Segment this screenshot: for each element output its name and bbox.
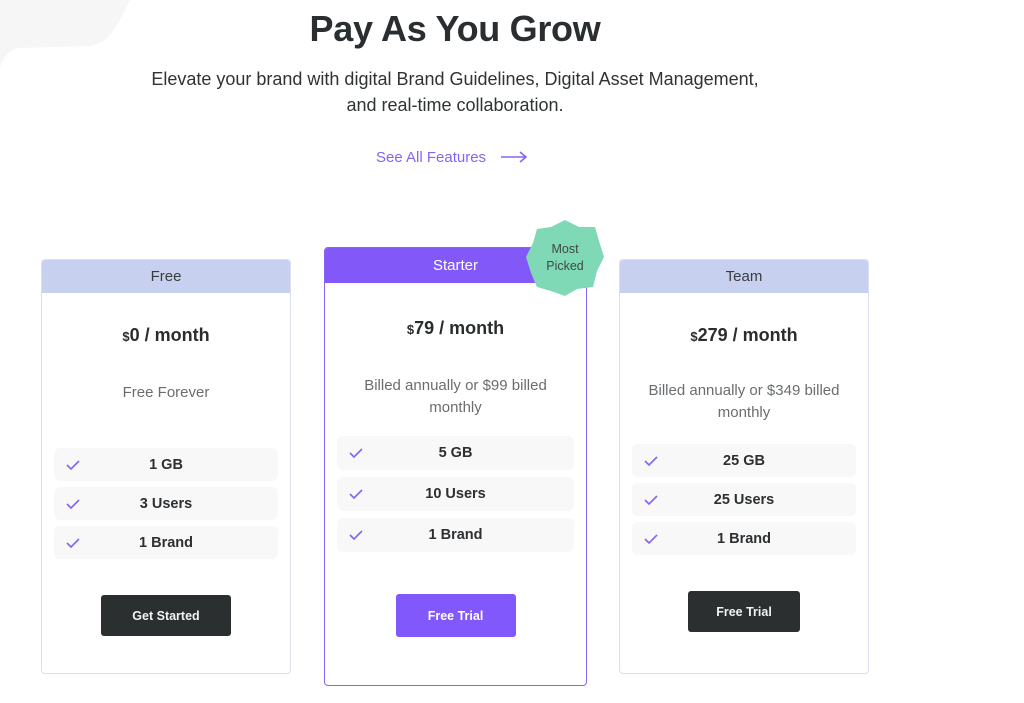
page-title: Pay As You Grow [309,8,601,49]
feature-list: 1 GB 3 Users 1 Brand [54,448,278,559]
feature-item: 1 Brand [54,526,278,559]
team-free-trial-button[interactable]: Free Trial [688,591,800,632]
feature-item: 10 Users [337,477,574,511]
plan-card-team: Team $279 / month Billed annually or $34… [619,259,869,674]
check-icon [66,537,80,548]
feature-item: 1 Brand [337,518,574,552]
feature-label: 25 Users [713,491,775,508]
billing-note: Free Forever [122,384,210,401]
check-icon [66,498,80,509]
badge-label: Most Picked [525,241,605,275]
plan-name: Free [42,260,290,293]
currency-symbol: $ [122,329,130,344]
feature-label: 10 Users [425,486,486,502]
plan-card-starter: Starter $79 / month Billed annually or $… [324,247,587,686]
price-amount: 79 [414,318,435,338]
currency-symbol: $ [406,322,415,337]
check-icon [644,533,658,544]
badge-line-1: Most [551,242,579,256]
billing-note: Billed annually or $99 billed monthly [364,377,547,416]
feature-item: 1 Brand [632,522,856,555]
get-started-button[interactable]: Get Started [101,595,231,636]
price-amount: 0 [129,325,140,345]
feature-label: 1 Brand [139,534,193,551]
feature-item: 3 Users [54,487,278,520]
feature-label: 1 GB [149,456,183,473]
plan-price: $79 / month [325,318,586,339]
feature-item: 25 Users [632,483,856,516]
feature-label: 25 GB [723,452,765,469]
see-all-features-label: See All Features [376,148,487,166]
feature-list: 25 GB 25 Users 1 Brand [632,444,856,555]
check-icon [349,489,363,499]
badge-line-2: Picked [546,259,584,273]
see-all-features-link[interactable]: See All Features [376,145,528,169]
check-icon [644,494,658,505]
page-subtitle: Elevate your brand with digital Brand Gu… [151,69,759,115]
starter-free-trial-button[interactable]: Free Trial [395,594,516,637]
feature-label: 5 GB [438,445,473,461]
check-icon [644,455,658,466]
plan-price: $279 / month [620,325,868,346]
pricing-page: Pay As You Grow Elevate your brand with … [0,0,1024,703]
billing-note: Billed annually or $349 billed monthly [648,382,840,421]
price-period: / month [727,325,798,345]
most-picked-badge: Most Picked [525,219,605,297]
feature-label: 1 Brand [428,527,483,543]
arrow-right-icon [501,151,528,163]
plan-name: Team [620,260,868,293]
feature-label: 3 Users [139,495,193,512]
price-period: / month [139,325,210,345]
feature-label: 1 Brand [717,530,771,547]
feature-list: 5 GB 10 Users 1 Brand [337,436,574,552]
check-icon [349,530,363,540]
check-icon [349,448,363,458]
currency-symbol: $ [690,329,698,344]
plan-card-free: Free $0 / month Free Forever 1 GB 3 User… [41,259,291,674]
price-amount: 279 [697,325,728,345]
feature-item: 25 GB [632,444,856,477]
feature-item: 5 GB [337,436,574,470]
price-period: / month [434,318,505,338]
feature-item: 1 GB [54,448,278,481]
plan-price: $0 / month [42,325,290,346]
check-icon [66,459,80,470]
